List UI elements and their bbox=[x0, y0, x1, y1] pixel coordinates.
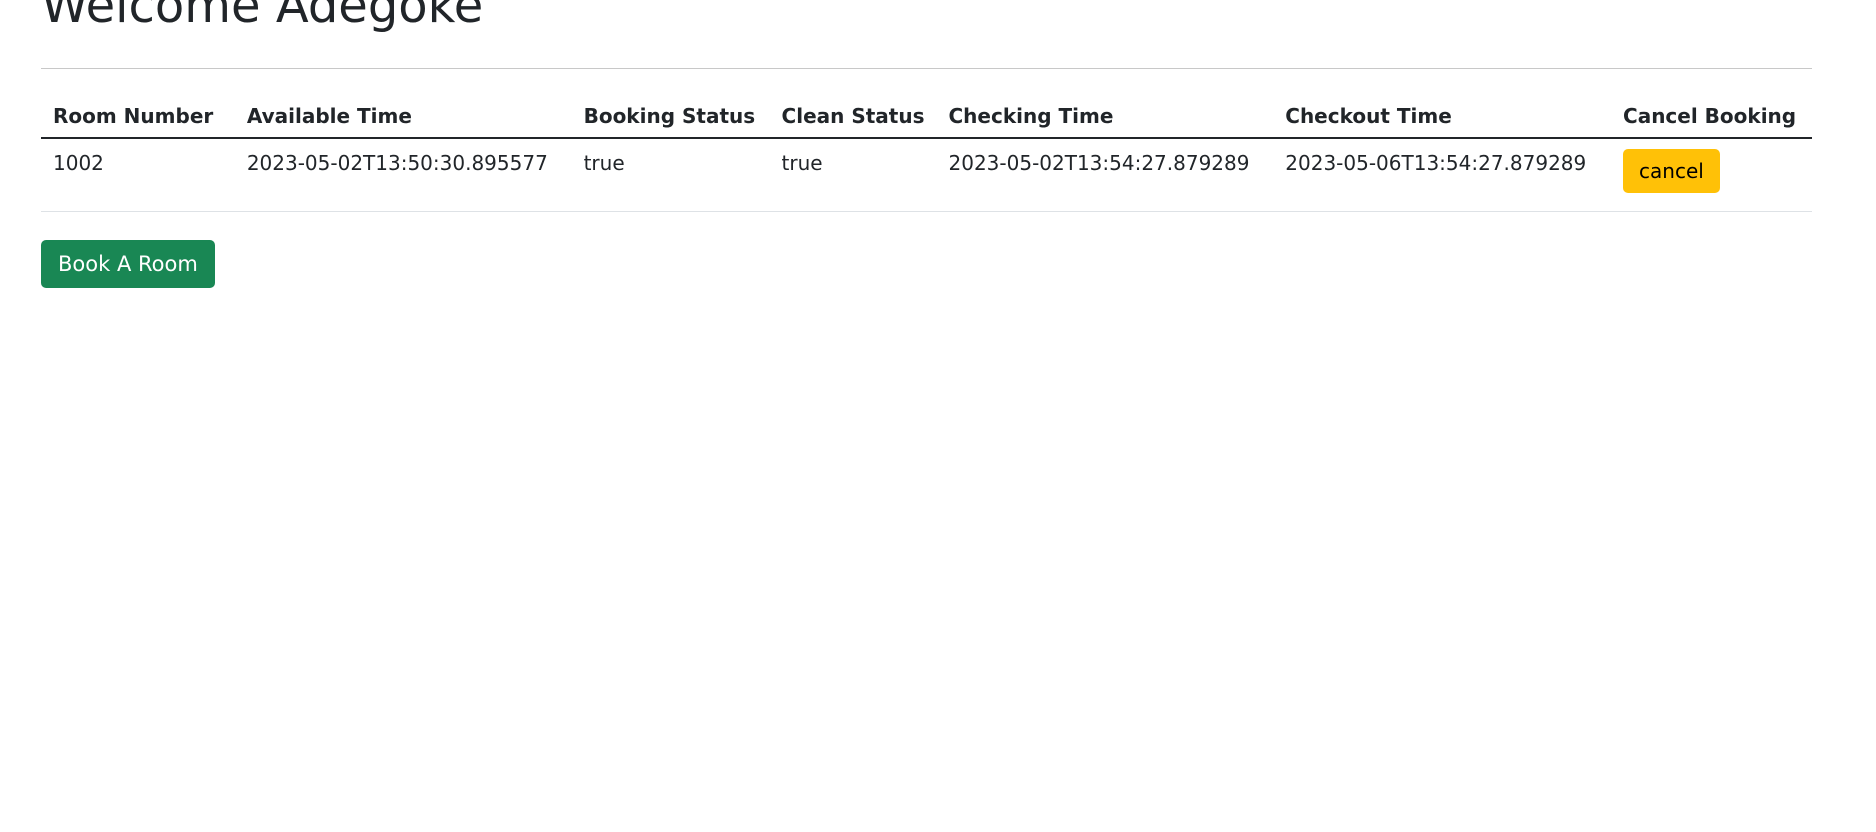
cancel-booking-button[interactable]: cancel bbox=[1623, 149, 1720, 193]
cell-available-time: 2023-05-02T13:50:30.895577 bbox=[234, 138, 572, 212]
column-header-checking-time: Checking Time bbox=[936, 96, 1274, 139]
column-header-cancel-booking: Cancel Booking bbox=[1611, 96, 1812, 139]
table-body: 1002 2023-05-02T13:50:30.895577 true tru… bbox=[41, 138, 1812, 212]
cell-clean-status: true bbox=[769, 138, 937, 212]
booking-table: Room Number Available Time Booking Statu… bbox=[41, 96, 1812, 212]
page: Welcome Adegoke Room Number Available Ti… bbox=[0, 0, 1876, 832]
cell-cancel-booking: cancel bbox=[1611, 138, 1812, 212]
cell-booking-status: true bbox=[571, 138, 770, 212]
table-row: 1002 2023-05-02T13:50:30.895577 true tru… bbox=[41, 138, 1812, 212]
column-header-booking-status: Booking Status bbox=[571, 96, 770, 139]
table-header: Room Number Available Time Booking Statu… bbox=[41, 96, 1812, 139]
header-row: Room Number Available Time Booking Statu… bbox=[41, 96, 1812, 139]
column-header-room-number: Room Number bbox=[41, 96, 235, 139]
column-header-clean-status: Clean Status bbox=[769, 96, 937, 139]
book-room-button[interactable]: Book A Room bbox=[41, 240, 215, 288]
cell-checkout-time: 2023-05-06T13:54:27.879289 bbox=[1273, 138, 1612, 212]
title-divider bbox=[41, 68, 1812, 69]
cell-checking-time: 2023-05-02T13:54:27.879289 bbox=[936, 138, 1274, 212]
page-title: Welcome Adegoke bbox=[41, 0, 484, 34]
column-header-available-time: Available Time bbox=[234, 96, 572, 139]
column-header-checkout-time: Checkout Time bbox=[1273, 96, 1612, 139]
cell-room-number: 1002 bbox=[41, 138, 235, 212]
